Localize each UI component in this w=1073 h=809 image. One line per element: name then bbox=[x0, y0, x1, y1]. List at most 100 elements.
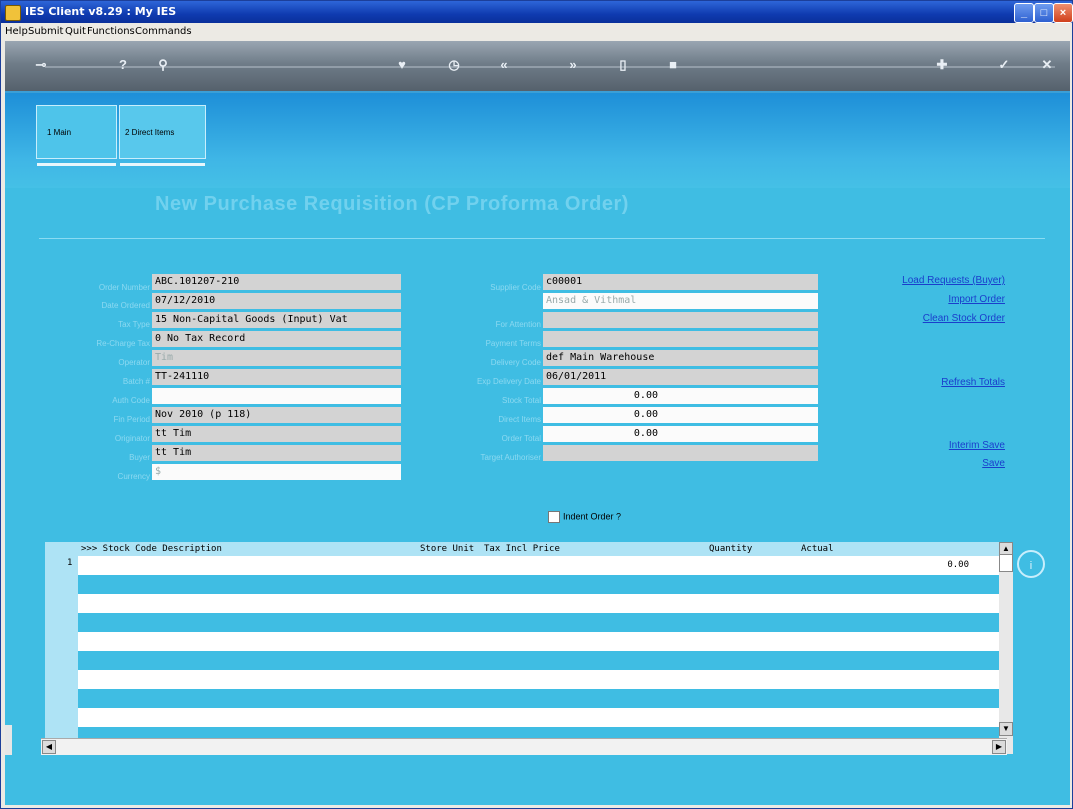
originator-label: Originator bbox=[114, 434, 150, 443]
load-requests-link[interactable]: Load Requests (Buyer) bbox=[845, 275, 1005, 286]
currency-field[interactable]: $ bbox=[152, 464, 401, 480]
grid-horizontal-scrollbar[interactable]: ◀ ▶ bbox=[41, 738, 1007, 755]
import-order-link[interactable]: Import Order bbox=[845, 294, 1005, 305]
table-row[interactable] bbox=[78, 594, 999, 613]
tax-type-field[interactable]: 15 Non-Capital Goods (Input) Vat bbox=[152, 312, 401, 328]
supplier-name-field[interactable]: Ansad & Vithmal bbox=[543, 293, 818, 309]
delivery-code-field[interactable]: def Main Warehouse bbox=[543, 350, 818, 366]
stock-total-label: Stock Total bbox=[502, 396, 541, 405]
fin-period-field[interactable]: Nov 2010 (p 118) bbox=[152, 407, 401, 423]
order-number-label: Order Number bbox=[98, 283, 150, 292]
tab-main-label: 1 Main bbox=[47, 128, 72, 137]
window-title: IES Client v8.29 : My IES bbox=[25, 5, 177, 18]
originator-field[interactable]: tt Tim bbox=[152, 426, 401, 442]
menu-bar: Help Submit Quit Functions Commands bbox=[1, 23, 1072, 41]
table-row[interactable] bbox=[78, 670, 999, 689]
tab-main[interactable]: 1 Main bbox=[36, 105, 117, 166]
new-icon[interactable]: ✚ bbox=[930, 57, 954, 73]
search-icon[interactable]: ⚲ bbox=[151, 57, 175, 73]
row-number: 1 bbox=[67, 558, 73, 568]
close-button[interactable]: × bbox=[1053, 3, 1073, 23]
page-title: New Purchase Requisition (CP Proforma Or… bbox=[155, 193, 629, 215]
row-number-column: 1 bbox=[45, 556, 78, 754]
scroll-thumb[interactable] bbox=[999, 554, 1013, 572]
exp-delivery-date-field[interactable]: 06/01/2011 bbox=[543, 369, 818, 385]
col-tax-incl-price: Tax Incl Price bbox=[484, 544, 560, 554]
indent-order-checkbox[interactable] bbox=[548, 511, 560, 523]
order-total-label: Order Total bbox=[501, 434, 541, 443]
tab-direct-items[interactable]: 2 Direct Items bbox=[119, 105, 206, 166]
key-icon[interactable]: ⊸ bbox=[29, 57, 53, 73]
buyer-label: Buyer bbox=[129, 453, 150, 462]
supplier-code-field[interactable]: c00001 bbox=[543, 274, 818, 290]
stop-icon[interactable]: ■ bbox=[661, 57, 685, 72]
toolbar-divider bbox=[45, 66, 1055, 68]
indent-order-option[interactable]: Indent Order ? bbox=[548, 511, 621, 523]
auth-code-field[interactable] bbox=[152, 388, 401, 404]
stock-grid: >>> Stock Code Description Store Unit Ta… bbox=[45, 542, 999, 754]
fast-forward-icon[interactable]: » bbox=[561, 57, 585, 72]
direct-items-label: Direct Items bbox=[498, 415, 541, 424]
clean-stock-order-link[interactable]: Clean Stock Order bbox=[845, 313, 1005, 324]
table-row[interactable] bbox=[78, 651, 999, 670]
target-authoriser-label: Target Authoriser bbox=[480, 453, 541, 462]
minimize-button[interactable]: _ bbox=[1014, 3, 1034, 23]
help-icon[interactable]: ? bbox=[111, 57, 135, 72]
heart-icon[interactable]: ♥ bbox=[390, 57, 414, 72]
col-store-unit: Store Unit bbox=[420, 544, 475, 554]
date-ordered-field[interactable]: 07/12/2010 bbox=[152, 293, 401, 309]
order-number-field[interactable]: ABC.101207-210 bbox=[152, 274, 401, 290]
table-row[interactable]: 0.00 bbox=[78, 556, 999, 575]
delivery-code-label: Delivery Code bbox=[490, 358, 541, 367]
refresh-totals-link[interactable]: Refresh Totals bbox=[845, 377, 1005, 388]
col-quantity: Quantity bbox=[709, 544, 753, 554]
supplier-code-label: Supplier Code bbox=[490, 283, 541, 292]
save-link[interactable]: Save bbox=[845, 458, 1005, 469]
document-icon[interactable]: ▯ bbox=[611, 57, 635, 73]
fin-period-label: Fin Period bbox=[113, 415, 150, 424]
menu-commands[interactable]: Commands bbox=[135, 26, 192, 37]
main-panel: 1 Main 2 Direct Items New Purchase Requi… bbox=[5, 93, 1070, 805]
table-row[interactable] bbox=[78, 632, 999, 651]
table-row[interactable] bbox=[78, 708, 999, 727]
menu-quit[interactable]: Quit bbox=[65, 26, 86, 37]
table-row[interactable] bbox=[78, 689, 999, 708]
menu-submit[interactable]: Submit bbox=[28, 26, 63, 37]
grid-vertical-scrollbar[interactable]: ▲ ▼ bbox=[999, 542, 1013, 754]
batch-field[interactable]: TT-241110 bbox=[152, 369, 401, 385]
interim-save-link[interactable]: Interim Save bbox=[845, 440, 1005, 451]
tab-direct-items-underline bbox=[120, 163, 205, 166]
exp-delivery-date-label: Exp Delivery Date bbox=[476, 377, 541, 386]
operator-field[interactable]: Tim bbox=[152, 350, 401, 366]
maximize-button[interactable]: □ bbox=[1034, 3, 1054, 23]
auth-code-label: Auth Code bbox=[112, 396, 150, 405]
for-attention-field[interactable] bbox=[543, 312, 818, 328]
target-authoriser-field[interactable] bbox=[543, 445, 818, 461]
stock-total-field: 0.00 bbox=[543, 388, 818, 404]
menu-functions[interactable]: Functions bbox=[87, 26, 135, 37]
info-icon[interactable]: i bbox=[1017, 550, 1045, 578]
tax-type-label: Tax Type bbox=[118, 320, 150, 329]
recharge-tax-field[interactable]: 0 No Tax Record bbox=[152, 331, 401, 347]
scroll-right-icon[interactable]: ▶ bbox=[992, 740, 1006, 754]
rewind-icon[interactable]: « bbox=[492, 57, 516, 72]
menu-help[interactable]: Help bbox=[5, 26, 28, 37]
scroll-left-icon[interactable]: ◀ bbox=[42, 740, 56, 754]
indent-order-label: Indent Order ? bbox=[563, 511, 622, 522]
tab-main-underline bbox=[37, 163, 116, 166]
col-actual: Actual bbox=[801, 544, 834, 554]
check-icon[interactable]: ✓ bbox=[992, 57, 1016, 73]
title-bar[interactable]: IES Client v8.29 : My IES _ □ × bbox=[1, 1, 1073, 23]
app-icon bbox=[5, 5, 21, 21]
currency-label: Currency bbox=[117, 472, 150, 481]
toolbar: ⊸ ? ⚲ ♥ ◷ « » ▯ ■ ✚ ✓ ✕ bbox=[5, 41, 1070, 93]
clock-icon[interactable]: ◷ bbox=[442, 57, 466, 73]
table-row[interactable] bbox=[78, 613, 999, 632]
buyer-field[interactable]: tt Tim bbox=[152, 445, 401, 461]
col-stock-code: >>> Stock Code Description bbox=[81, 544, 222, 554]
payment-terms-field[interactable] bbox=[543, 331, 818, 347]
cancel-icon[interactable]: ✕ bbox=[1035, 57, 1059, 73]
scroll-down-icon[interactable]: ▼ bbox=[999, 722, 1013, 736]
table-row[interactable] bbox=[78, 575, 999, 594]
recharge-tax-label: Re-Charge Tax bbox=[96, 339, 150, 348]
